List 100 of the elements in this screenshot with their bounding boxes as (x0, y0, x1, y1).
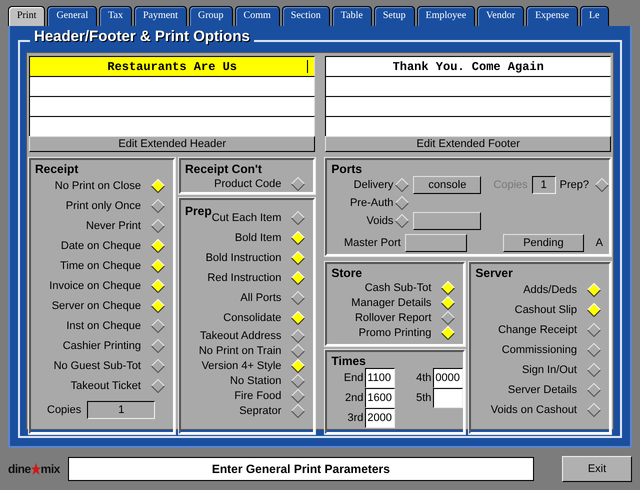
voids-label: Voids (365, 215, 394, 227)
status-message: Enter General Print Parameters (68, 457, 534, 481)
option-label: Cut Each Item (212, 212, 282, 224)
option-toggle[interactable] (151, 339, 165, 353)
exit-button[interactable]: Exit (562, 456, 632, 482)
tab[interactable]: Expense (526, 6, 578, 26)
text-line-field[interactable] (29, 116, 316, 136)
pending-button[interactable]: Pending (503, 234, 584, 252)
option-toggle[interactable] (151, 239, 165, 253)
option-toggle[interactable] (151, 319, 165, 333)
option-toggle[interactable] (151, 299, 165, 313)
option-toggle[interactable] (151, 259, 165, 273)
tab[interactable]: Vendor (477, 6, 524, 26)
option-toggle[interactable] (587, 343, 601, 357)
option-toggle[interactable] (587, 363, 601, 377)
option-toggle[interactable] (291, 374, 306, 388)
option-toggle[interactable] (587, 383, 601, 397)
tab[interactable]: Comm (234, 6, 280, 26)
text-line-field[interactable] (325, 96, 611, 116)
edit-extended-button[interactable]: Edit Extended Footer (325, 136, 611, 152)
time-field[interactable]: 1600 (365, 388, 396, 408)
option-label: Takeout Address (200, 330, 282, 342)
time-label: 3rd (346, 412, 364, 424)
group-title: Times (331, 354, 367, 368)
port-button[interactable]: console (413, 176, 482, 194)
group-title: Ports (331, 162, 364, 176)
option-label: Manager Details (351, 296, 432, 308)
time-field[interactable]: 1100 (365, 368, 396, 388)
copies-field[interactable]: 1 (87, 401, 156, 419)
pre-auth-label: Pre-Auth (348, 197, 394, 209)
option-toggle[interactable] (291, 358, 306, 372)
text-line-field[interactable] (29, 76, 316, 96)
time-field[interactable] (433, 388, 464, 408)
option-toggle[interactable] (151, 379, 165, 393)
option-toggle[interactable] (291, 291, 306, 305)
option-toggle[interactable] (291, 231, 306, 245)
option-toggle[interactable] (291, 404, 306, 418)
time-label: 4th (415, 372, 432, 384)
option-toggle[interactable] (395, 214, 410, 228)
time-field[interactable]: 0000 (433, 368, 464, 388)
tab[interactable]: Le (580, 6, 608, 26)
tab[interactable]: Table (332, 6, 372, 26)
option-label: All Ports (240, 292, 282, 304)
option-toggle[interactable] (441, 296, 456, 310)
option-toggle[interactable] (587, 323, 601, 337)
prep-label: Prep? (560, 179, 589, 191)
option-toggle[interactable] (291, 251, 306, 265)
option-toggle[interactable] (441, 280, 456, 294)
tab[interactable]: Payment (134, 6, 187, 26)
master-port-label: Master Port (342, 237, 401, 249)
option-toggle[interactable] (587, 303, 601, 317)
tab[interactable]: Group (188, 6, 233, 26)
option-label: Bold Instruction (206, 252, 282, 264)
option-toggle[interactable] (291, 311, 306, 325)
delivery-label: Delivery (352, 179, 394, 191)
tab[interactable]: Employee (416, 6, 476, 26)
option-toggle[interactable] (587, 283, 601, 297)
option-toggle[interactable] (441, 310, 456, 324)
option-label: Sign In/Out (522, 364, 577, 376)
option-label: Takeout Ticket (70, 380, 141, 392)
option-label: No Print on Close (54, 180, 141, 192)
option-toggle[interactable] (151, 199, 165, 213)
option-toggle[interactable] (151, 359, 165, 373)
text-line-field[interactable] (29, 96, 316, 116)
option-toggle[interactable] (291, 211, 306, 225)
tab[interactable]: Print (8, 6, 46, 26)
option-toggle[interactable] (587, 403, 601, 417)
option-toggle[interactable] (291, 177, 306, 191)
tab[interactable]: General (47, 6, 98, 26)
edit-extended-button[interactable]: Edit Extended Header (29, 136, 316, 152)
time-label: 2nd (344, 392, 364, 404)
option-label: Inst on Cheque (66, 320, 141, 332)
option-toggle[interactable] (291, 328, 306, 342)
option-toggle[interactable] (595, 178, 609, 192)
tab[interactable]: Setup (374, 6, 415, 26)
option-toggle[interactable] (291, 271, 306, 285)
option-toggle[interactable] (151, 219, 165, 233)
text-cursor (307, 60, 308, 73)
tab[interactable]: Section (282, 6, 330, 26)
time-field[interactable]: 2000 (365, 408, 396, 428)
option-toggle[interactable] (395, 196, 410, 210)
tab[interactable]: Tax (99, 6, 132, 26)
option-toggle[interactable] (291, 344, 306, 358)
port-button[interactable] (413, 212, 482, 230)
option-toggle[interactable] (291, 388, 306, 402)
option-toggle[interactable] (441, 326, 456, 340)
option-label: Commissioning (502, 344, 577, 356)
text-line-field[interactable] (325, 116, 611, 136)
status-letter: A (596, 237, 603, 249)
option-toggle[interactable] (395, 178, 410, 192)
text-line-field[interactable] (325, 76, 611, 96)
option-toggle[interactable] (151, 279, 165, 293)
option-label: Cashout Slip (514, 304, 577, 316)
logo-text: dine (8, 462, 31, 476)
text-line-field[interactable]: Restaurants Are Us (29, 56, 316, 76)
option-label: Date on Cheque (60, 240, 141, 252)
option-label: Cashier Printing (62, 340, 141, 352)
text-line-field[interactable]: Thank You. Come Again (325, 56, 611, 76)
option-toggle[interactable] (151, 179, 165, 193)
port-button[interactable] (404, 234, 468, 252)
